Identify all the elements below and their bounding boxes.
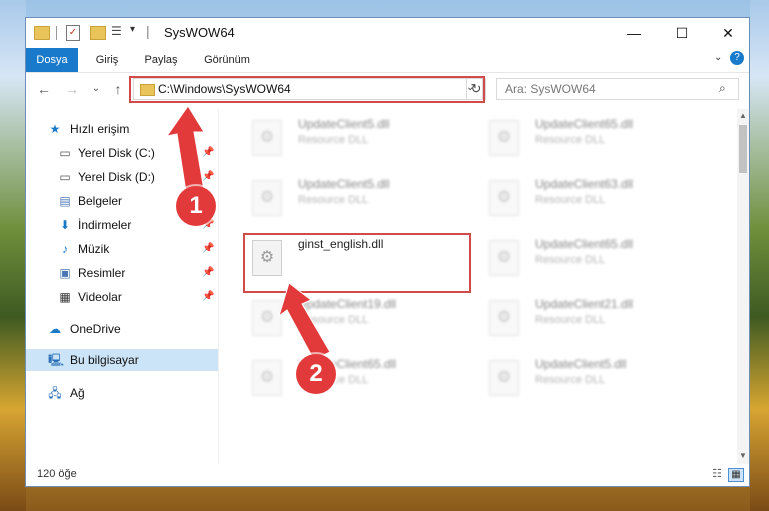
annotation-arrows <box>165 105 331 361</box>
step-2-badge: 2 <box>296 354 336 394</box>
step-1-badge: 1 <box>176 186 216 226</box>
arrow-1 <box>165 105 205 193</box>
arrow-2 <box>278 282 331 361</box>
